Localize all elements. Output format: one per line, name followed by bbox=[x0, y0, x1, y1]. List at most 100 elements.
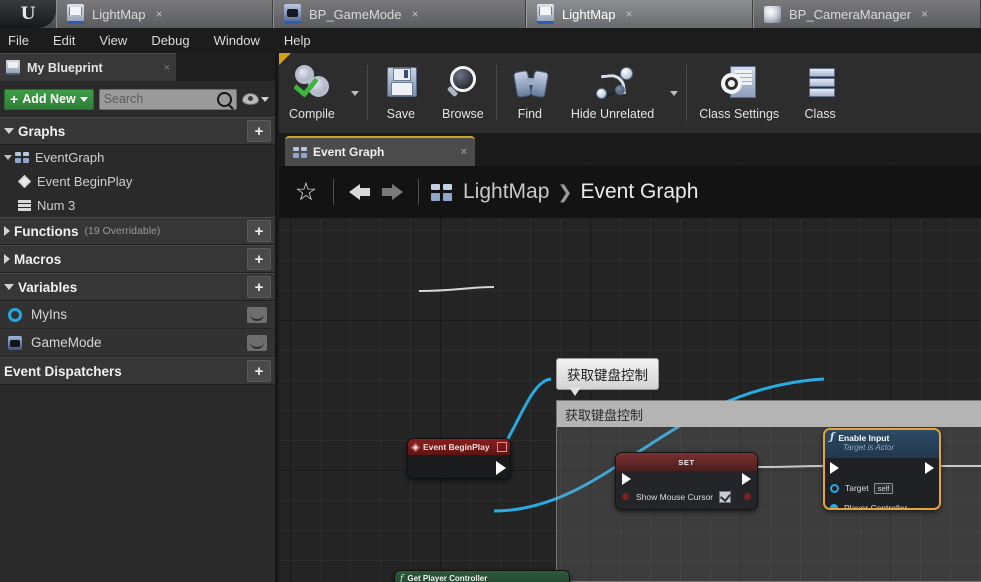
menu-item-edit[interactable]: Edit bbox=[41, 30, 87, 51]
graph-content-layer: 获取键盘控制 获取键盘控制 Event BeginPlay SET Show M… bbox=[279, 166, 981, 582]
expand-triangle-icon[interactable] bbox=[4, 226, 10, 236]
object-in-pin-icon[interactable] bbox=[830, 504, 838, 508]
tree-item-label: EventGraph bbox=[35, 149, 105, 165]
show-mouse-cursor-checkbox[interactable] bbox=[719, 490, 732, 503]
divider bbox=[418, 179, 419, 205]
expand-triangle-icon[interactable] bbox=[4, 254, 10, 264]
breadcrumb-root[interactable]: LightMap bbox=[463, 180, 549, 204]
unreal-logo-icon[interactable]: U bbox=[0, 0, 56, 28]
class-defaults-button[interactable]: Class bbox=[789, 53, 851, 133]
bool-out-pin-icon[interactable] bbox=[744, 493, 751, 500]
class-settings-button[interactable]: Class Settings bbox=[689, 53, 789, 133]
comment-title[interactable]: 获取键盘控制 bbox=[557, 401, 981, 427]
add-function-button[interactable]: + bbox=[247, 220, 271, 242]
book-icon bbox=[537, 4, 554, 24]
menu-bar: File Edit View Debug Window Help bbox=[0, 28, 981, 54]
exec-out-pin-icon[interactable] bbox=[742, 473, 751, 485]
delegate-pin-icon[interactable] bbox=[497, 442, 507, 452]
section-header-variables[interactable]: Variables + bbox=[0, 273, 275, 301]
close-icon[interactable]: × bbox=[921, 8, 928, 20]
close-icon[interactable]: × bbox=[461, 146, 467, 158]
breadcrumb-current[interactable]: Event Graph bbox=[580, 180, 698, 204]
menu-item-window[interactable]: Window bbox=[202, 30, 272, 51]
expand-triangle-icon[interactable] bbox=[4, 128, 14, 134]
eye-slash-icon[interactable] bbox=[247, 334, 267, 351]
node-enable-input[interactable]: ƒ Enable Input Target is Actor Target se… bbox=[823, 428, 941, 510]
graph-icon bbox=[15, 151, 29, 163]
visibility-filter-button[interactable] bbox=[242, 93, 269, 105]
menu-item-view[interactable]: View bbox=[87, 30, 139, 51]
add-graph-button[interactable]: + bbox=[247, 120, 271, 142]
find-icon bbox=[511, 64, 550, 102]
class-defaults-icon bbox=[801, 64, 839, 102]
save-button[interactable]: Save bbox=[370, 53, 432, 133]
graph-icon bbox=[293, 146, 307, 158]
node-set-show-mouse-cursor[interactable]: SET Show Mouse Cursor Target bbox=[615, 452, 758, 510]
menu-item-file[interactable]: File bbox=[0, 30, 41, 51]
close-icon[interactable]: × bbox=[412, 8, 419, 20]
close-icon[interactable]: × bbox=[625, 8, 632, 20]
window-tab-label: BP_GameMode bbox=[309, 6, 402, 22]
chevron-down-icon bbox=[350, 90, 359, 96]
hide-unrelated-label: Hide Unrelated bbox=[570, 106, 655, 121]
section-header-functions[interactable]: Functions (19 Overridable) + bbox=[0, 217, 275, 245]
add-event-dispatcher-button[interactable]: + bbox=[247, 360, 271, 382]
node-get-player-controller[interactable]: ƒ Get Player Controller bbox=[394, 570, 570, 582]
back-arrow-icon[interactable] bbox=[346, 179, 376, 205]
expand-triangle-icon[interactable] bbox=[4, 154, 12, 160]
expand-triangle-icon[interactable] bbox=[4, 284, 14, 290]
exec-out-pin-icon[interactable] bbox=[925, 462, 934, 474]
close-icon[interactable]: × bbox=[164, 62, 170, 74]
forward-arrow-icon[interactable] bbox=[376, 179, 406, 205]
variable-label: GameMode bbox=[31, 335, 102, 350]
exec-in-pin-icon[interactable] bbox=[622, 473, 631, 485]
save-label: Save bbox=[386, 106, 416, 121]
add-new-button[interactable]: + Add New bbox=[4, 88, 94, 110]
bool-in-pin-icon[interactable] bbox=[622, 493, 629, 500]
tree-item-label: Num 3 bbox=[37, 197, 76, 213]
section-header-graphs[interactable]: Graphs + bbox=[0, 117, 275, 145]
add-macro-button[interactable]: + bbox=[247, 248, 271, 270]
chevron-down-icon bbox=[670, 90, 679, 96]
add-variable-button[interactable]: + bbox=[247, 276, 271, 298]
window-tab-lightmap-1[interactable]: LightMap × bbox=[56, 0, 273, 28]
chevron-down-icon bbox=[79, 96, 88, 102]
hide-unrelated-dropdown-button[interactable] bbox=[664, 53, 684, 133]
hide-unrelated-button[interactable]: Hide Unrelated bbox=[561, 53, 664, 133]
node-title: Event BeginPlay bbox=[423, 442, 490, 452]
section-header-event-dispatchers[interactable]: Event Dispatchers + bbox=[0, 357, 275, 385]
target-self-value[interactable]: self bbox=[873, 482, 894, 494]
tab-event-graph[interactable]: Event Graph × bbox=[285, 136, 475, 166]
numeric-icon bbox=[18, 199, 31, 211]
divider bbox=[333, 179, 334, 205]
favorite-star-icon[interactable]: ☆ bbox=[291, 179, 321, 205]
find-label: Find bbox=[517, 106, 543, 121]
tab-my-blueprint[interactable]: My Blueprint × bbox=[0, 53, 176, 81]
exec-pin-icon[interactable] bbox=[496, 461, 506, 475]
tree-item-eventgraph[interactable]: EventGraph bbox=[0, 145, 275, 169]
book-icon bbox=[67, 4, 84, 24]
exec-in-pin-icon[interactable] bbox=[830, 462, 839, 474]
window-tab-lightmap-2[interactable]: LightMap × bbox=[526, 0, 753, 28]
tree-item-event-beginplay[interactable]: Event BeginPlay bbox=[0, 169, 275, 193]
unreal-blueprint-editor: U LightMap × BP_GameMode × LightMap × BP… bbox=[0, 0, 981, 582]
variable-row-gamemode[interactable]: GameMode bbox=[0, 329, 275, 357]
menu-item-help[interactable]: Help bbox=[272, 30, 323, 51]
compile-button[interactable]: Compile bbox=[279, 53, 345, 133]
tree-item-num-3[interactable]: Num 3 bbox=[0, 193, 275, 217]
window-tab-bp-cameramanager[interactable]: BP_CameraManager × bbox=[753, 0, 981, 28]
window-tab-bp-gamemode[interactable]: BP_GameMode × bbox=[273, 0, 526, 28]
search-input[interactable]: Search bbox=[98, 88, 237, 110]
tooltip-tail bbox=[569, 387, 581, 396]
variable-row-myins[interactable]: MyIns bbox=[0, 301, 275, 329]
menu-item-debug[interactable]: Debug bbox=[139, 30, 201, 51]
compile-dropdown-button[interactable] bbox=[345, 53, 365, 133]
eye-slash-icon[interactable] bbox=[247, 306, 267, 323]
node-event-begin-play[interactable]: Event BeginPlay bbox=[407, 438, 511, 479]
section-header-macros[interactable]: Macros + bbox=[0, 245, 275, 273]
find-button[interactable]: Find bbox=[499, 53, 561, 133]
my-blueprint-panel: My Blueprint × + Add New Search Graphs +… bbox=[0, 53, 277, 582]
object-in-pin-icon[interactable] bbox=[830, 483, 839, 493]
browse-button[interactable]: Browse bbox=[432, 53, 494, 133]
close-icon[interactable]: × bbox=[155, 8, 162, 20]
